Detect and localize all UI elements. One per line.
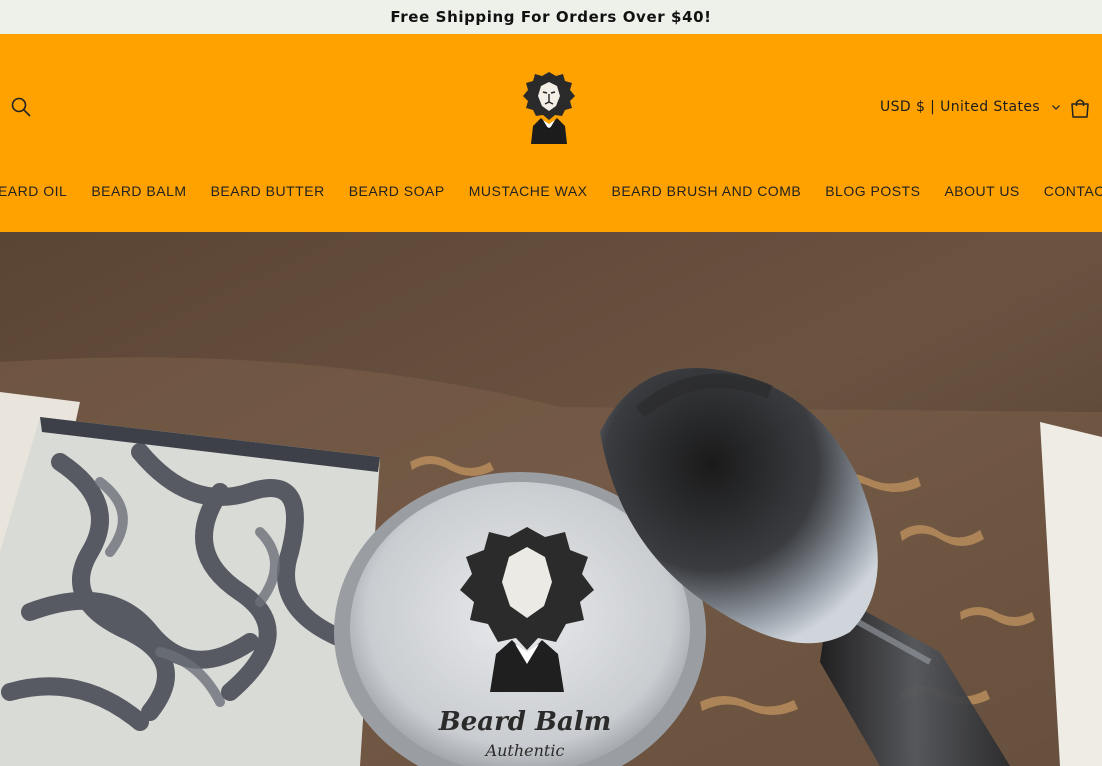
nav-item-about-us[interactable]: ABOUT US xyxy=(944,183,1019,199)
site-header: USD $ | United States BEARD OIL BEARD BA… xyxy=(0,34,1102,232)
cart-button[interactable] xyxy=(1066,94,1094,122)
search-button[interactable] xyxy=(8,94,34,120)
announcement-text: Free Shipping For Orders Over $40! xyxy=(390,8,712,26)
nav-item-beard-balm[interactable]: BEARD BALM xyxy=(91,183,186,199)
announcement-bar: Free Shipping For Orders Over $40! xyxy=(0,0,1102,34)
store-logo[interactable] xyxy=(519,70,579,144)
hero-image: Beard Balm Authentic xyxy=(0,232,1102,766)
main-nav: BEARD OIL BEARD BALM BEARD BUTTER BEARD … xyxy=(0,179,1102,203)
nav-item-beard-soap[interactable]: BEARD SOAP xyxy=(349,183,445,199)
hero-banner: Beard Balm Authentic xyxy=(0,232,1102,766)
nav-item-beard-butter[interactable]: BEARD BUTTER xyxy=(211,183,325,199)
tin-subtitle: Authentic xyxy=(484,741,565,760)
chevron-down-icon xyxy=(1052,105,1061,110)
nav-item-mustache-wax[interactable]: MUSTACHE WAX xyxy=(469,183,588,199)
nav-item-beard-oil[interactable]: BEARD OIL xyxy=(0,183,67,199)
search-icon xyxy=(11,97,31,117)
nav-item-blog-posts[interactable]: BLOG POSTS xyxy=(825,183,920,199)
cart-icon xyxy=(1071,99,1089,118)
nav-item-beard-brush-and-comb[interactable]: BEARD BRUSH AND COMB xyxy=(612,183,802,199)
nav-item-contact[interactable]: CONTACT xyxy=(1044,183,1102,199)
currency-label: USD $ | United States xyxy=(880,99,1041,115)
lion-logo xyxy=(523,72,575,144)
tin-title: Beard Balm xyxy=(438,707,612,737)
currency-selector[interactable]: USD $ | United States xyxy=(880,94,1062,120)
